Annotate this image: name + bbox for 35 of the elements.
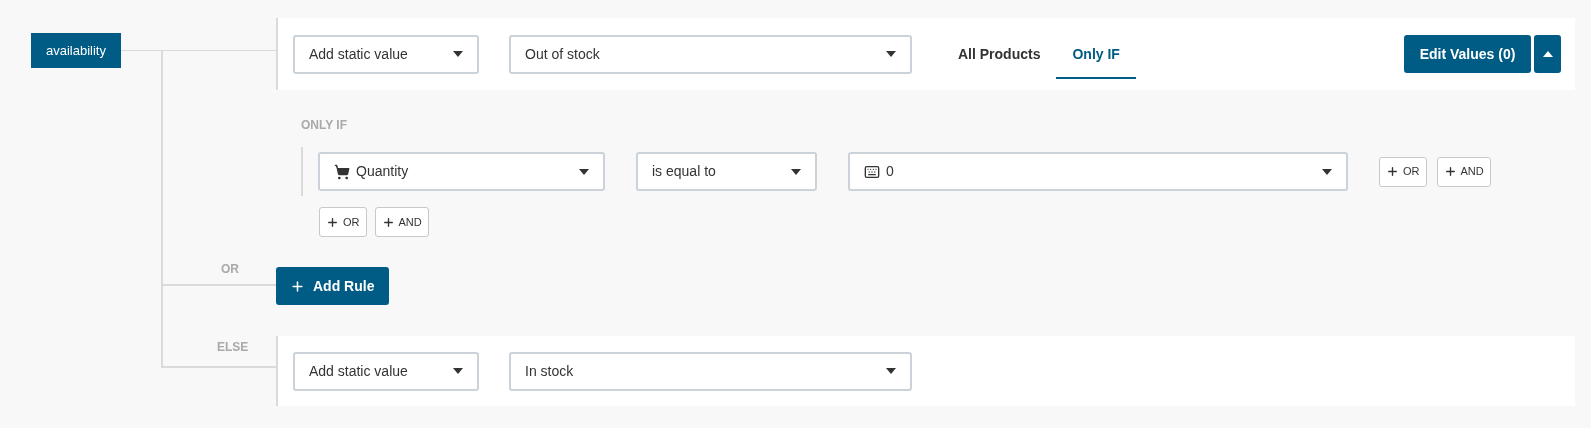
tab[interactable]: Only IF [1056,29,1136,79]
caret-down-icon [579,168,589,175]
operator-select[interactable]: is equal to [636,152,817,191]
edit-values-button[interactable]: Edit Values (0) [1404,35,1531,73]
plus-icon [290,278,305,294]
plus-icon [1443,165,1457,178]
add-rule-button[interactable]: Add Rule [276,267,389,305]
source-select[interactable]: Add static value [293,351,479,391]
value-select[interactable]: 0 [848,152,1348,191]
add-condition-button[interactable]: AND [1436,156,1491,187]
field-select[interactable]: Quantity [318,152,605,191]
or-label: OR [221,261,239,278]
cart-icon [334,163,350,180]
add-condition-button[interactable]: AND [374,207,429,237]
plus-icon [326,215,339,229]
tab[interactable]: All Products [942,29,1057,79]
source-select[interactable]: Add static value [293,34,479,74]
else-label: ELSE [217,339,249,356]
plus-icon [381,215,395,229]
caret-down-icon [453,368,463,374]
value-select[interactable]: Out of stock [509,34,912,74]
caret-down-icon [791,168,801,175]
collapse-button[interactable] [1534,35,1561,73]
caret-down-icon [886,368,896,374]
caret-down-icon [1322,168,1332,175]
field-tag[interactable]: availability [31,33,121,68]
caret-up-icon [1542,51,1553,57]
add-condition-button[interactable]: OR [319,207,367,237]
add-condition-button[interactable]: OR [1379,156,1427,187]
plus-icon [1386,165,1399,178]
caret-down-icon [886,51,896,57]
value-select[interactable]: In stock [509,351,912,391]
caret-down-icon [453,51,463,57]
section-label: ONLY IF [301,118,348,132]
keyboard-icon [864,163,880,180]
